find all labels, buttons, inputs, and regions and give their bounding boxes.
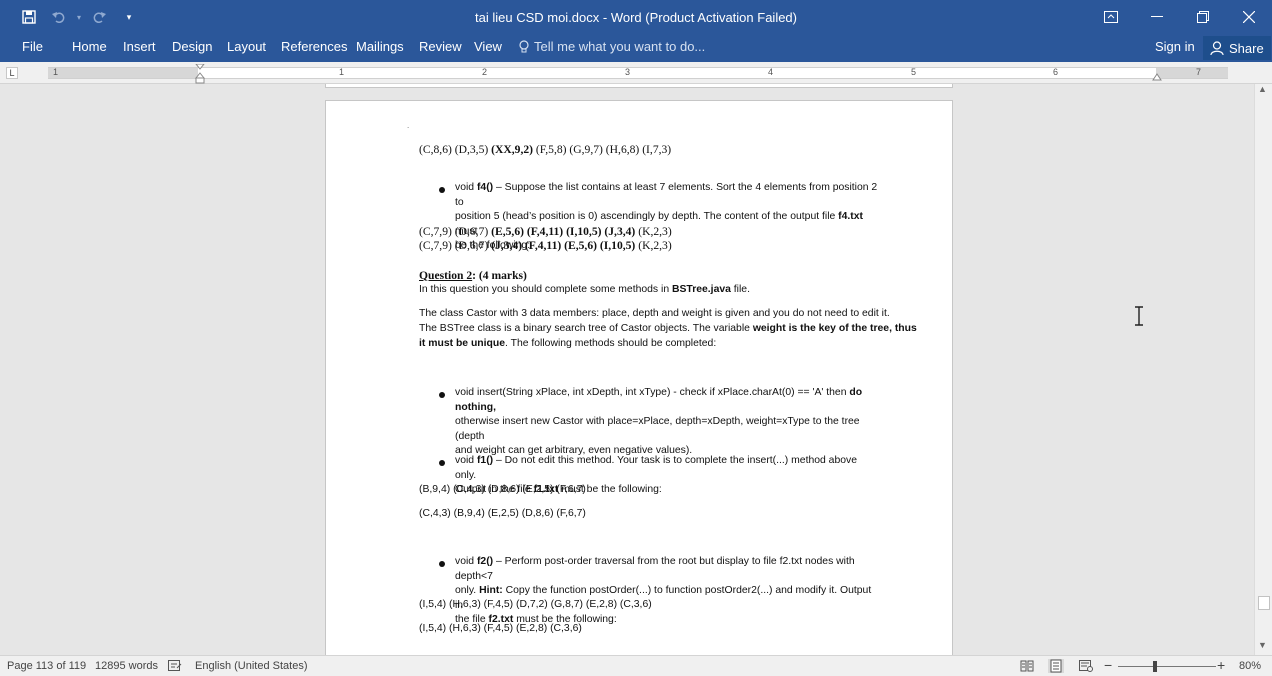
output-line: (C,7,9) (D,6,7) (J,3,4) (F,4,11) (E,5,6)… (419, 239, 672, 252)
web-layout-icon[interactable] (1079, 660, 1093, 672)
ruler-number: 2 (482, 67, 488, 77)
zoom-in-button[interactable]: + (1217, 657, 1225, 673)
zoom-slider-thumb[interactable] (1153, 661, 1157, 672)
right-indent-marker-icon[interactable] (1152, 73, 1162, 83)
output-line: (C,4,3) (B,9,4) (E,2,5) (D,8,6) (F,6,7) (419, 508, 586, 519)
language[interactable]: English (United States) (195, 660, 308, 672)
question-intro: In this question you should complete som… (419, 284, 750, 295)
minimize-button[interactable] (1134, 0, 1180, 34)
indent-marker-icon[interactable] (195, 64, 205, 84)
tell-me-text: Tell me what you want to do... (534, 39, 706, 54)
previous-page-edge (325, 84, 953, 88)
read-mode-icon[interactable] (1020, 660, 1034, 672)
output-line: (C,7,9) (D,6,7) (E,5,6) (F,4,11) (I,10,5… (419, 225, 672, 238)
ruler-number: 3 (625, 67, 631, 77)
text-cursor-icon (1135, 306, 1143, 326)
tab-insert[interactable]: Insert (123, 39, 156, 54)
horizontal-ruler[interactable]: 1 1 2 3 4 5 6 7 (48, 67, 1228, 79)
output-line: (B,9,4) (C,4,3) (D,8,6) (E,2,5) (F,6,7) (419, 484, 586, 495)
vertical-scrollbar[interactable]: ▲ ▼ (1254, 84, 1272, 655)
title-bar: ▾ ▾ tai lieu CSD moi.docx - Word (Produc… (0, 0, 1272, 34)
tab-stop-selector[interactable]: L (6, 67, 18, 79)
status-bar: Page 113 of 119 12895 words English (Uni… (0, 655, 1272, 676)
list-item-insert: void insert(String xPlace, int xDepth, i… (455, 387, 863, 456)
paragraph-mark: . (407, 121, 410, 130)
restore-button[interactable] (1180, 0, 1226, 34)
zoom-slider-track[interactable] (1118, 666, 1216, 667)
ribbon-display-options-icon[interactable] (1088, 0, 1134, 34)
proofing-icon[interactable] (168, 660, 182, 672)
ruler-number: 1 (339, 67, 345, 77)
tab-home[interactable]: Home (72, 39, 107, 54)
question-heading: Question 2: (4 marks) (419, 269, 527, 282)
ribbon-tabs: File Home Insert Design Layout Reference… (0, 34, 1272, 62)
list-item-f2: void f2() – Perform post-order traversal… (455, 556, 872, 625)
ruler-right-margin (1156, 68, 1228, 78)
ruler-number: 7 (1196, 67, 1202, 77)
paragraph-line: The BSTree class is a binary search tree… (419, 323, 917, 334)
ruler-number: 4 (768, 67, 774, 77)
tab-review[interactable]: Review (419, 39, 462, 54)
close-button[interactable] (1226, 0, 1272, 34)
person-icon (1210, 41, 1224, 55)
bullet-icon (439, 460, 445, 466)
output-line: (C,8,6) (D,3,5) (XX,9,2) (F,5,8) (G,9,7)… (419, 143, 672, 156)
zoom-out-button[interactable]: − (1104, 657, 1112, 673)
bullet-icon (439, 561, 445, 567)
tab-references[interactable]: References (281, 39, 347, 54)
tab-file[interactable]: File (22, 39, 43, 54)
sign-in-link[interactable]: Sign in (1155, 39, 1195, 54)
scroll-up-icon[interactable]: ▲ (1258, 84, 1267, 94)
tab-mailings[interactable]: Mailings (356, 39, 404, 54)
scrollbar-thumb[interactable] (1258, 596, 1270, 610)
tab-view[interactable]: View (474, 39, 502, 54)
scroll-down-icon[interactable]: ▼ (1258, 640, 1267, 650)
tab-layout[interactable]: Layout (227, 39, 266, 54)
ruler-number: 5 (911, 67, 917, 77)
ruler-number: 6 (1053, 67, 1059, 77)
share-button[interactable]: Share (1203, 36, 1271, 60)
bullet-icon (439, 392, 445, 398)
window-title: tai lieu CSD moi.docx - Word (Product Ac… (475, 10, 797, 25)
ruler-bar: L 1 1 2 3 4 5 6 7 (0, 62, 1272, 84)
print-layout-icon[interactable] (1048, 659, 1064, 673)
ruler-left-margin (48, 68, 198, 78)
bullet-icon (439, 187, 445, 193)
word-count[interactable]: 12895 words (95, 660, 158, 672)
output-line: (I,5,4) (H,6,3) (F,4,5) (E,2,8) (C,3,6) (419, 623, 582, 634)
share-label: Share (1229, 40, 1264, 56)
lightbulb-icon (519, 39, 529, 52)
output-line: (I,5,4) (H,6,3) (F,4,5) (D,7,2) (G,8,7) … (419, 599, 652, 610)
zoom-level[interactable]: 80% (1239, 660, 1261, 672)
tab-design[interactable]: Design (172, 39, 212, 54)
page-count[interactable]: Page 113 of 119 (7, 660, 86, 672)
ruler-number: 1 (53, 67, 59, 77)
document-workspace[interactable]: . (C,8,6) (D,3,5) (XX,9,2) (F,5,8) (G,9,… (0, 84, 1254, 655)
tell-me-search[interactable]: Tell me what you want to do... (518, 39, 705, 54)
document-page[interactable]: . (C,8,6) (D,3,5) (XX,9,2) (F,5,8) (G,9,… (325, 100, 953, 655)
paragraph-line: it must be unique. The following methods… (419, 338, 717, 349)
paragraph-line: The class Castor with 3 data members: pl… (419, 308, 890, 319)
